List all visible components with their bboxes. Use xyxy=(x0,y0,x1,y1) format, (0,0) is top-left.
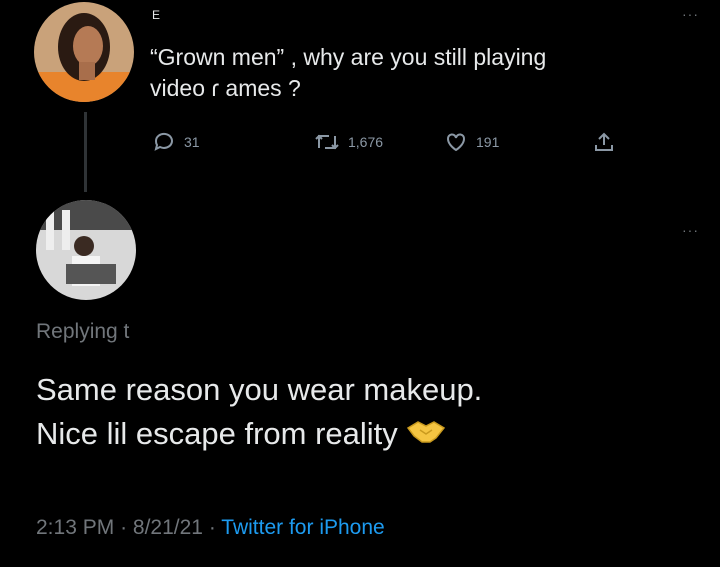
reply-text-line2-content: Nice lil escape from reality xyxy=(36,416,398,451)
reply-text-line2: Nice lil escape from reality xyxy=(36,412,696,458)
tweet-text-line2: video ɾ ames ? xyxy=(150,75,301,101)
author-name[interactable]: E xyxy=(152,8,161,22)
tweet-metadata: 2:13 PM · 8/21/21 · Twitter for iPhone xyxy=(36,516,385,540)
avatar-image xyxy=(34,2,134,102)
share-icon xyxy=(595,132,613,151)
like-count: 191 xyxy=(476,134,500,150)
like-icon xyxy=(447,133,465,152)
handshake-icon xyxy=(406,414,446,458)
tweet-text: “Grown men” , why are you still playing … xyxy=(150,42,690,104)
tweet-source-link[interactable]: Twitter for iPhone xyxy=(221,516,384,539)
retweet-button[interactable]: 1,676 xyxy=(314,130,383,154)
retweet-count: 1,676 xyxy=(348,134,384,150)
replying-to[interactable]: Replying t xyxy=(36,320,129,344)
thread-line xyxy=(84,112,87,192)
avatar-original[interactable] xyxy=(34,2,134,102)
reply-text: Same reason you wear makeup. Nice lil es… xyxy=(36,368,696,458)
meta-separator: · xyxy=(120,516,128,539)
more-options-icon[interactable]: ··· xyxy=(682,6,699,22)
tweet-text-line1: “Grown men” , why are you still playing xyxy=(150,44,547,70)
meta-separator: · xyxy=(208,516,216,539)
like-button[interactable]: 191 xyxy=(444,130,499,154)
tweet-time: 2:13 PM xyxy=(36,516,115,539)
avatar-reply[interactable] xyxy=(36,200,136,300)
share-button[interactable] xyxy=(592,130,616,154)
retweet-icon xyxy=(315,134,339,150)
reply-count: 31 xyxy=(184,134,200,150)
tweet-date: 8/21/21 xyxy=(132,516,203,539)
reply-button[interactable]: 31 xyxy=(152,130,200,154)
avatar-image xyxy=(36,200,136,300)
more-options-icon[interactable]: ··· xyxy=(682,222,699,238)
reply-text-line1: Same reason you wear makeup. xyxy=(36,372,483,407)
reply-icon xyxy=(154,132,173,151)
